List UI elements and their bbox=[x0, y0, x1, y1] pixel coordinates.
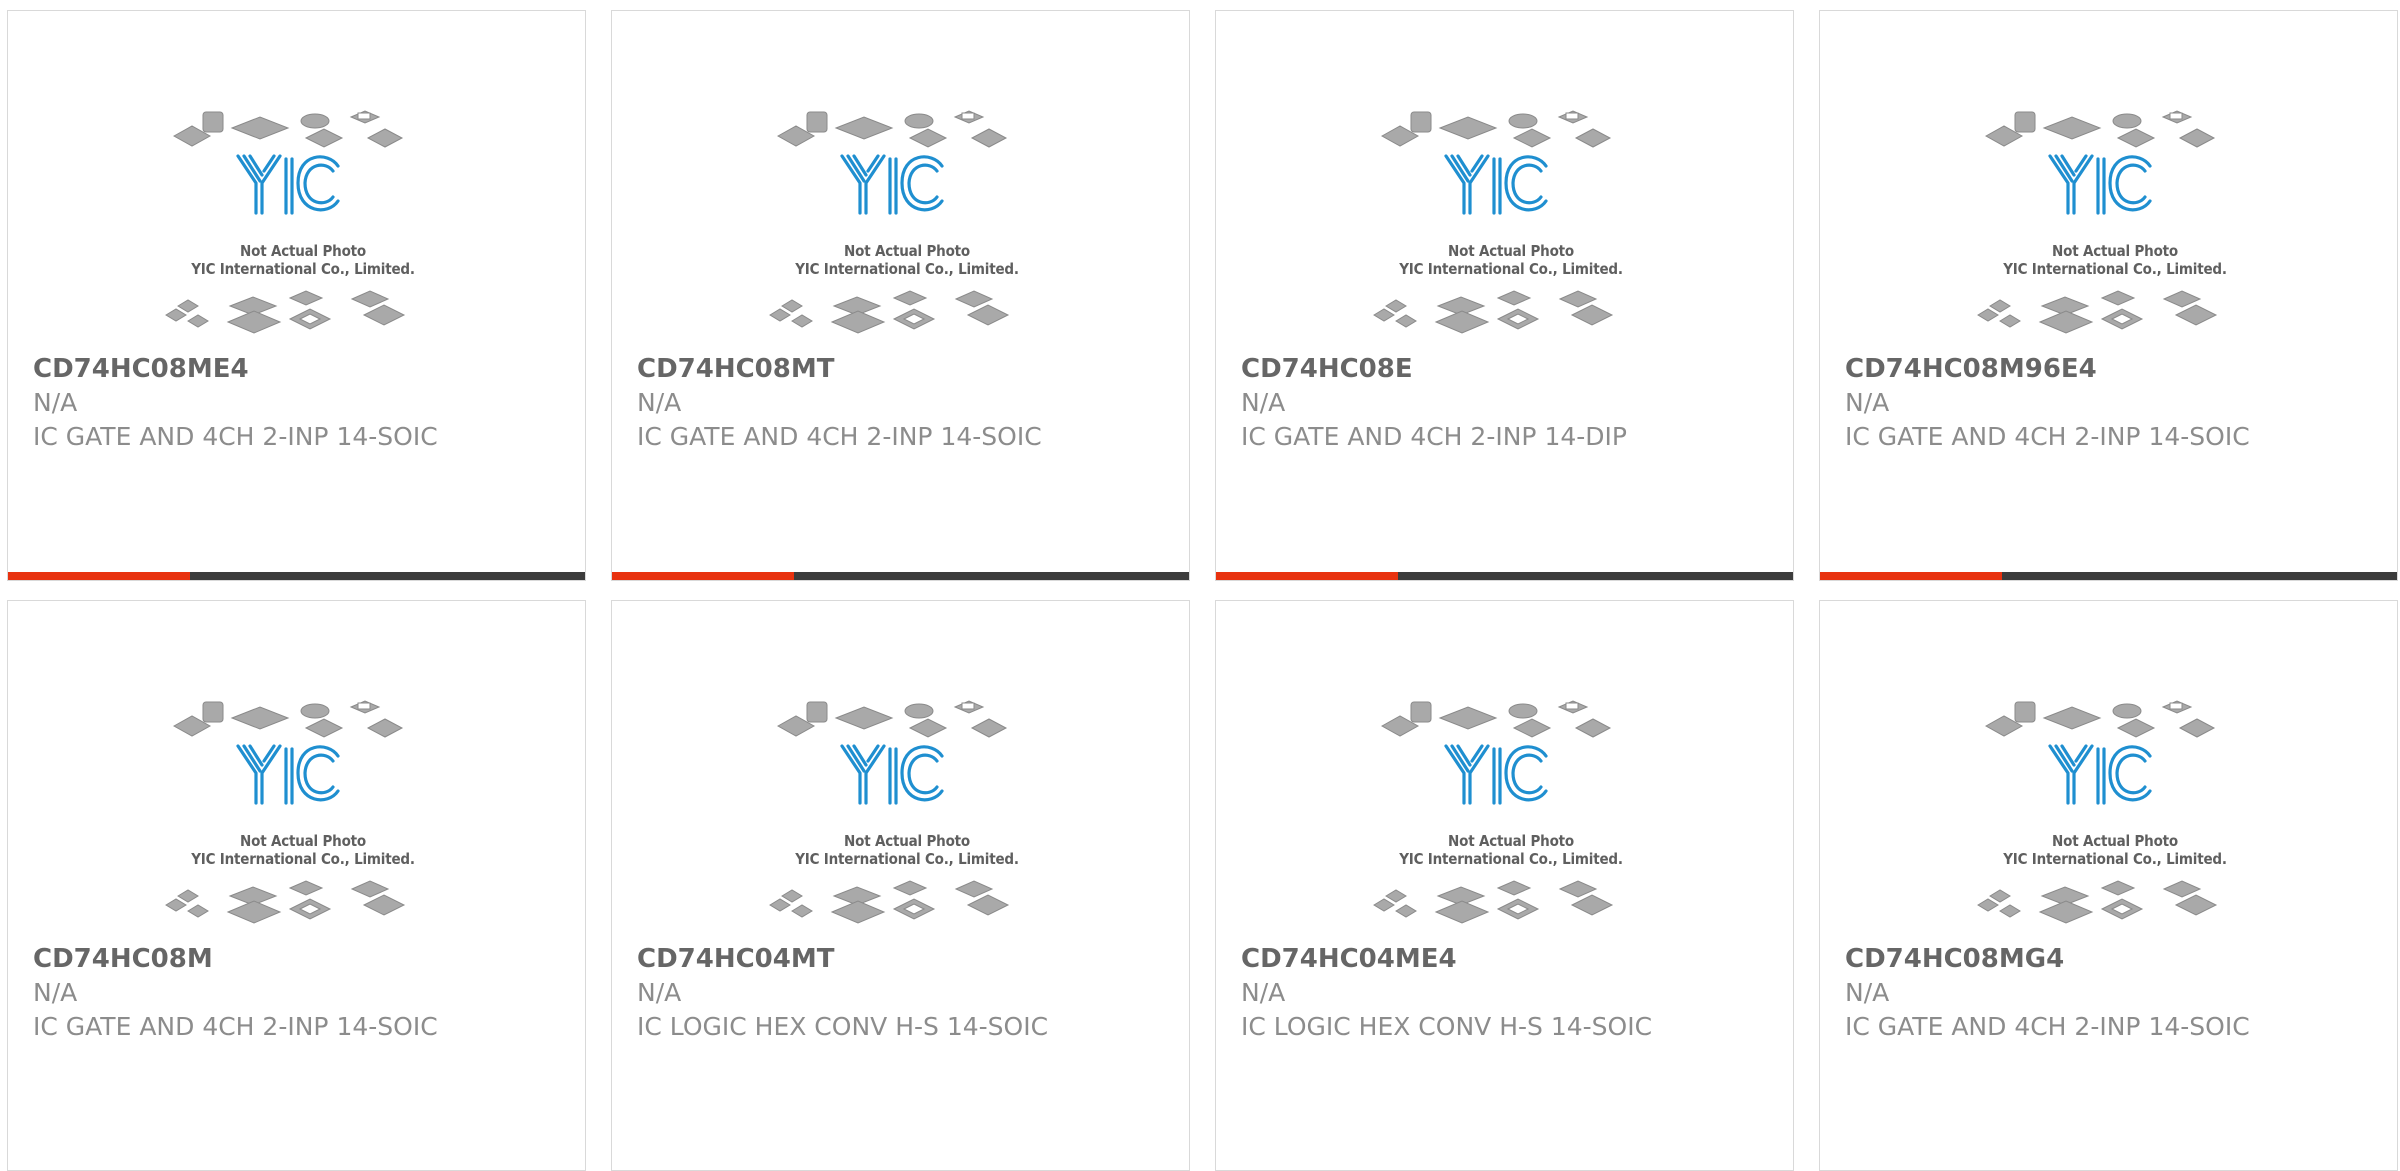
product-card[interactable]: Not Actual Photo YIC International Co., … bbox=[1215, 10, 1794, 581]
product-card[interactable]: Not Actual Photo YIC International Co., … bbox=[1819, 10, 2398, 581]
yic-logo bbox=[1444, 744, 1548, 805]
product-photo-placeholder[interactable]: Not Actual Photo YIC International Co., … bbox=[158, 101, 448, 353]
manufacturer: N/A bbox=[33, 388, 78, 417]
watermark-line1: Not Actual Photo bbox=[844, 242, 970, 260]
yic-logo bbox=[2048, 744, 2152, 805]
watermark-line2: YIC International Co., Limited. bbox=[2003, 850, 2227, 868]
manufacturer: N/A bbox=[1845, 388, 1890, 417]
product-description: IC GATE AND 4CH 2-INP 14-SOIC bbox=[1845, 422, 2250, 451]
product-description: IC GATE AND 4CH 2-INP 14-SOIC bbox=[1845, 1012, 2250, 1041]
product-description: IC GATE AND 4CH 2-INP 14-SOIC bbox=[33, 1012, 438, 1041]
watermark-line2: YIC International Co., Limited. bbox=[191, 260, 415, 278]
watermark-line1: Not Actual Photo bbox=[2052, 242, 2178, 260]
card-footer-bar bbox=[1820, 572, 2397, 580]
product-description: IC LOGIC HEX CONV H-S 14-SOIC bbox=[637, 1012, 1049, 1041]
not-actual-photo-image bbox=[165, 700, 406, 924]
not-actual-photo-image bbox=[1373, 700, 1614, 924]
watermark-line2: YIC International Co., Limited. bbox=[1399, 260, 1623, 278]
watermark-line2: YIC International Co., Limited. bbox=[191, 850, 415, 868]
manufacturer: N/A bbox=[1241, 388, 1286, 417]
part-number[interactable]: CD74HC04MT bbox=[637, 944, 834, 974]
watermark-line1: Not Actual Photo bbox=[1448, 242, 1574, 260]
watermark-line1: Not Actual Photo bbox=[240, 242, 366, 260]
product-description: IC GATE AND 4CH 2-INP 14-DIP bbox=[1241, 422, 1627, 451]
manufacturer: N/A bbox=[637, 388, 682, 417]
product-photo-placeholder[interactable]: Not Actual Photo YIC International Co., … bbox=[158, 691, 448, 943]
product-description: IC GATE AND 4CH 2-INP 14-SOIC bbox=[33, 422, 438, 451]
product-photo-placeholder[interactable]: Not Actual Photo YIC International Co., … bbox=[1366, 691, 1656, 943]
product-photo-placeholder[interactable]: Not Actual Photo YIC International Co., … bbox=[762, 691, 1052, 943]
product-card[interactable]: Not Actual Photo YIC International Co., … bbox=[7, 10, 586, 581]
not-actual-photo-image bbox=[769, 110, 1010, 334]
watermark-line2: YIC International Co., Limited. bbox=[795, 260, 1019, 278]
watermark-line2: YIC International Co., Limited. bbox=[795, 850, 1019, 868]
part-number[interactable]: CD74HC04ME4 bbox=[1241, 944, 1457, 974]
product-card[interactable]: Not Actual Photo YIC International Co., … bbox=[1819, 600, 2398, 1171]
yic-logo bbox=[840, 744, 944, 805]
not-actual-photo-image bbox=[1977, 700, 2218, 924]
card-accent bbox=[8, 572, 190, 580]
yic-logo bbox=[2048, 154, 2152, 215]
not-actual-photo-image bbox=[1977, 110, 2218, 334]
not-actual-photo-image bbox=[1373, 110, 1614, 334]
part-number[interactable]: CD74HC08MT bbox=[637, 354, 834, 384]
product-description: IC GATE AND 4CH 2-INP 14-SOIC bbox=[637, 422, 1042, 451]
product-card[interactable]: Not Actual Photo YIC International Co., … bbox=[7, 600, 586, 1171]
card-footer-bar bbox=[612, 572, 1189, 580]
part-number[interactable]: CD74HC08ME4 bbox=[33, 354, 249, 384]
product-card[interactable]: Not Actual Photo YIC International Co., … bbox=[611, 10, 1190, 581]
part-number[interactable]: CD74HC08M96E4 bbox=[1845, 354, 2097, 384]
part-number[interactable]: CD74HC08M bbox=[33, 944, 213, 974]
product-grid: Not Actual Photo YIC International Co., … bbox=[0, 0, 2400, 1171]
part-number[interactable]: CD74HC08E bbox=[1241, 354, 1413, 384]
card-footer-bar bbox=[8, 572, 585, 580]
card-accent bbox=[1820, 572, 2002, 580]
manufacturer: N/A bbox=[1845, 978, 1890, 1007]
watermark-line1: Not Actual Photo bbox=[1448, 832, 1574, 850]
yic-logo bbox=[236, 154, 340, 215]
watermark-line1: Not Actual Photo bbox=[2052, 832, 2178, 850]
watermark-line2: YIC International Co., Limited. bbox=[1399, 850, 1623, 868]
manufacturer: N/A bbox=[637, 978, 682, 1007]
watermark-line2: YIC International Co., Limited. bbox=[2003, 260, 2227, 278]
manufacturer: N/A bbox=[1241, 978, 1286, 1007]
card-accent bbox=[1216, 572, 1398, 580]
product-card[interactable]: Not Actual Photo YIC International Co., … bbox=[1215, 600, 1794, 1171]
not-actual-photo-image bbox=[165, 110, 406, 334]
product-card[interactable]: Not Actual Photo YIC International Co., … bbox=[611, 600, 1190, 1171]
manufacturer: N/A bbox=[33, 978, 78, 1007]
product-photo-placeholder[interactable]: Not Actual Photo YIC International Co., … bbox=[762, 101, 1052, 353]
yic-logo bbox=[1444, 154, 1548, 215]
product-description: IC LOGIC HEX CONV H-S 14-SOIC bbox=[1241, 1012, 1653, 1041]
not-actual-photo-image bbox=[769, 700, 1010, 924]
watermark-line1: Not Actual Photo bbox=[844, 832, 970, 850]
part-number[interactable]: CD74HC08MG4 bbox=[1845, 944, 2064, 974]
card-footer-bar bbox=[1216, 572, 1793, 580]
product-photo-placeholder[interactable]: Not Actual Photo YIC International Co., … bbox=[1970, 691, 2260, 943]
card-accent bbox=[612, 572, 794, 580]
watermark-line1: Not Actual Photo bbox=[240, 832, 366, 850]
yic-logo bbox=[840, 154, 944, 215]
product-photo-placeholder[interactable]: Not Actual Photo YIC International Co., … bbox=[1366, 101, 1656, 353]
yic-logo bbox=[236, 744, 340, 805]
product-photo-placeholder[interactable]: Not Actual Photo YIC International Co., … bbox=[1970, 101, 2260, 353]
